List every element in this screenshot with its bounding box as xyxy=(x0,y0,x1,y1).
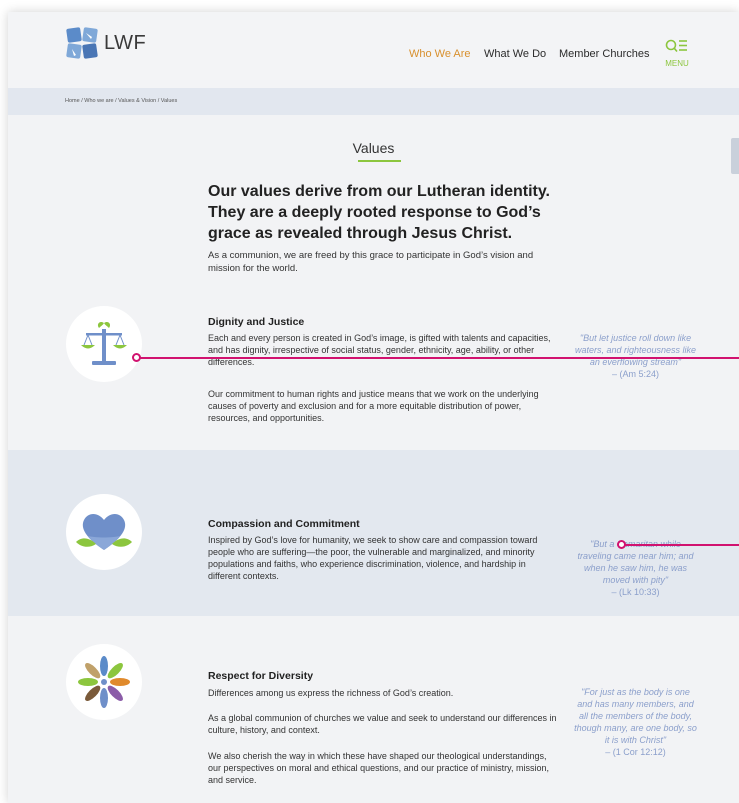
value-icon-circle xyxy=(66,306,142,382)
page-title: Values xyxy=(352,140,395,156)
hotspot-connector-line xyxy=(624,544,739,546)
nav-member-churches[interactable]: Member Churches xyxy=(559,48,649,60)
nav-what-we-do[interactable]: What We Do xyxy=(484,48,546,60)
heart-icon xyxy=(76,514,132,550)
value-paragraph: As a global communion of churches we val… xyxy=(208,713,557,735)
value-section-dignity: Dignity and Justice Each and every perso… xyxy=(8,292,739,450)
search-menu-icon xyxy=(665,39,687,53)
scripture-quote: "For just as the body is one and has man… xyxy=(573,686,698,758)
value-section-compassion: Compassion and Commitment Inspired by Go… xyxy=(8,450,739,616)
value-paragraph: Inspired by God’s love for humanity, we … xyxy=(208,535,538,581)
value-icon-circle xyxy=(66,644,142,720)
value-title: Dignity and Justice xyxy=(208,316,305,328)
scales-icon xyxy=(81,321,127,365)
quote-text: "But let justice roll down like waters, … xyxy=(574,333,697,367)
menu-label: MENU xyxy=(665,59,689,68)
hotspot-marker[interactable] xyxy=(617,540,626,549)
value-title: Compassion and Commitment xyxy=(208,518,360,530)
breadcrumb-bar: Home / Who we are / Values & Vision / Va… xyxy=(8,88,739,115)
scripture-quote: "But let justice roll down like waters, … xyxy=(573,332,698,380)
value-paragraph: Differences among us express the richnes… xyxy=(208,688,454,698)
lwf-logo-icon xyxy=(66,27,98,59)
hotspot-connector-line xyxy=(139,357,739,359)
value-paragraph: We also cherish the way in which these h… xyxy=(208,751,549,785)
title-underline xyxy=(358,160,401,162)
breadcrumb[interactable]: Home / Who we are / Values & Vision / Va… xyxy=(65,98,177,104)
quote-citation: – (Am 5:24) xyxy=(611,369,660,379)
value-title: Respect for Diversity xyxy=(208,670,314,682)
menu-button[interactable]: MENU xyxy=(662,39,692,68)
quote-citation: – (Lk 10:33) xyxy=(611,587,660,597)
diversity-icon xyxy=(78,656,130,708)
scripture-quote: "But a Samaritan while traveling came ne… xyxy=(573,538,698,598)
site-header: LWF Who We Are What We Do Member Churche… xyxy=(8,12,739,88)
quote-citation: – (1 Cor 12:12) xyxy=(605,747,666,757)
lead-statement: Our values derive from our Lutheran iden… xyxy=(208,183,550,242)
site-logo[interactable]: LWF xyxy=(64,25,146,61)
nav-who-we-are[interactable]: Who We Are xyxy=(409,48,471,60)
intro-text: As a communion, we are freed by this gra… xyxy=(208,250,534,274)
value-paragraph: Each and every person is created in God’… xyxy=(208,333,551,367)
value-icon-circle xyxy=(66,494,142,570)
logo-text: LWF xyxy=(104,31,147,54)
quote-text: "For just as the body is one and has man… xyxy=(574,687,697,745)
value-paragraph: Our commitment to human rights and justi… xyxy=(208,389,539,423)
hotspot-marker[interactable] xyxy=(132,353,141,362)
page: LWF Who We Are What We Do Member Churche… xyxy=(8,12,739,803)
value-section-diversity: Respect for Diversity Differences among … xyxy=(8,616,739,803)
